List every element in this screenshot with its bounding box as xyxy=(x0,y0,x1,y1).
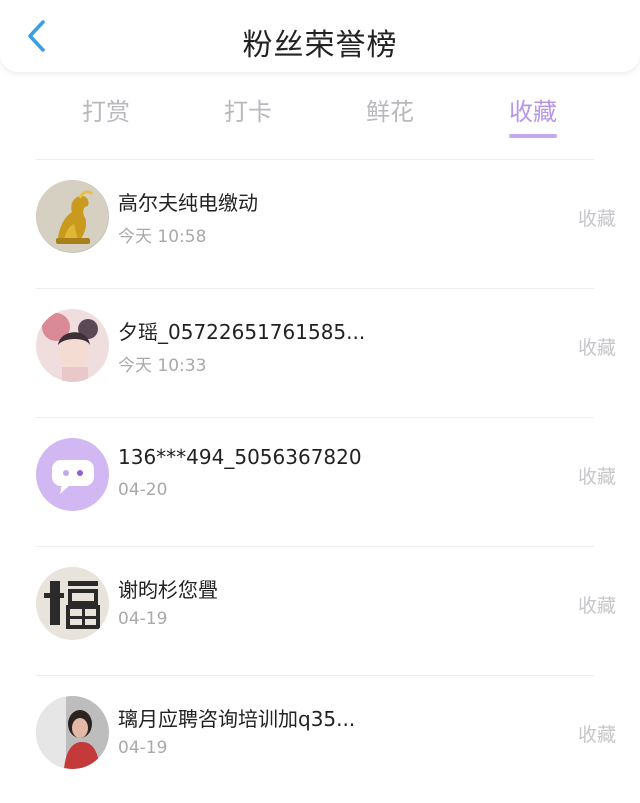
user-name: 高尔夫纯电缴动 xyxy=(118,191,258,215)
tab-checkin[interactable]: 打卡 xyxy=(208,92,288,127)
user-name: 谢昀杉您舋 xyxy=(118,578,218,602)
favorite-label: 收藏 xyxy=(577,466,616,488)
tab-bar: 打赏 打卡 鲜花 收藏 xyxy=(0,78,640,142)
portrait-avatar-icon xyxy=(36,309,109,382)
list-item[interactable]: 高尔夫纯电缴动 今天 10:58 收藏 xyxy=(36,159,616,288)
user-name: 夕瑶_05722651761585... xyxy=(118,320,366,344)
fans-honor-page: 粉丝荣誉榜 打赏 打卡 鲜花 收藏 高尔夫纯电缴动 今天 10:58 收藏 夕瑶… xyxy=(0,0,640,803)
top-bar: 粉丝荣誉榜 xyxy=(0,0,640,72)
tab-flowers[interactable]: 鲜花 xyxy=(350,92,430,127)
favorite-label: 收藏 xyxy=(577,724,616,746)
tab-favorites[interactable]: 收藏 xyxy=(493,92,573,127)
avatar[interactable] xyxy=(36,567,109,640)
list-item[interactable]: 谢昀杉您舋 04-19 收藏 xyxy=(36,546,616,675)
gold-horse-avatar-icon xyxy=(36,180,109,253)
avatar[interactable] xyxy=(36,180,109,253)
timestamp: 04-19 xyxy=(118,738,168,758)
user-name: 136***494_5056367820 xyxy=(118,445,362,469)
list-item[interactable]: 夕瑶_05722651761585... 今天 10:33 收藏 xyxy=(36,288,616,417)
avatar[interactable] xyxy=(36,309,109,382)
avatar[interactable] xyxy=(36,696,109,769)
fu-character-avatar-icon xyxy=(36,567,109,640)
list-item[interactable]: 136***494_5056367820 04-20 收藏 xyxy=(36,417,616,546)
tab-active-indicator xyxy=(509,134,557,138)
page-title: 粉丝荣誉榜 xyxy=(242,28,398,63)
favorite-label: 收藏 xyxy=(577,337,616,359)
avatar[interactable] xyxy=(36,438,109,511)
timestamp: 今天 10:33 xyxy=(118,356,207,376)
timestamp: 今天 10:58 xyxy=(118,227,207,247)
favorite-label: 收藏 xyxy=(577,208,616,230)
photo-avatar-icon xyxy=(36,696,109,769)
timestamp: 04-20 xyxy=(118,480,168,500)
favorite-label: 收藏 xyxy=(577,595,616,617)
timestamp: 04-19 xyxy=(118,609,168,629)
chat-bubble-avatar-icon xyxy=(36,438,109,511)
user-name: 璃月应聘咨询培训加q35... xyxy=(118,707,356,731)
list-item[interactable]: 璃月应聘咨询培训加q35... 04-19 收藏 xyxy=(36,675,616,803)
fan-list: 高尔夫纯电缴动 今天 10:58 收藏 夕瑶_05722651761585...… xyxy=(0,159,640,803)
tab-tips[interactable]: 打赏 xyxy=(66,92,146,127)
